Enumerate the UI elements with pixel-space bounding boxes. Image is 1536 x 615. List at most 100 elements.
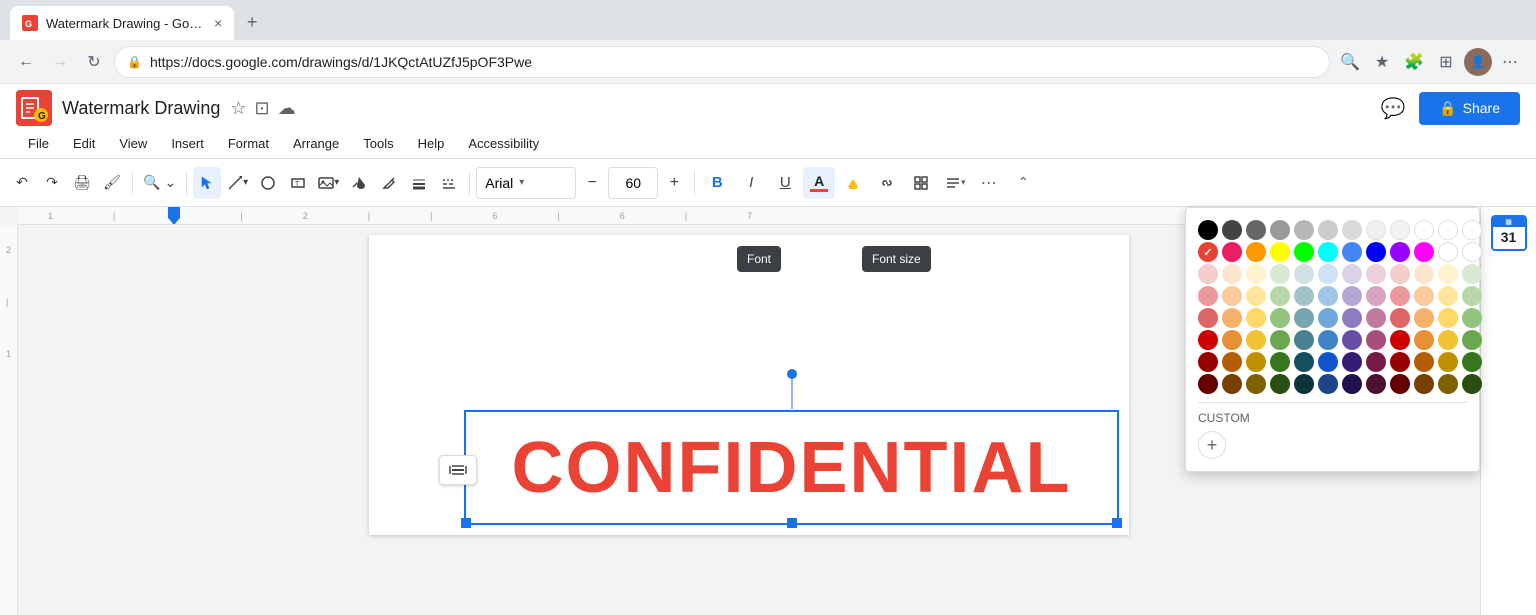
menu-insert[interactable]: Insert	[159, 132, 216, 155]
color-swatch[interactable]	[1462, 286, 1482, 306]
line-dash-tool[interactable]	[435, 167, 463, 199]
color-swatch[interactable]	[1366, 374, 1386, 394]
color-swatch[interactable]	[1462, 330, 1482, 350]
color-swatch[interactable]	[1438, 264, 1458, 284]
color-swatch[interactable]	[1342, 286, 1362, 306]
color-swatch[interactable]	[1462, 308, 1482, 328]
color-swatch[interactable]	[1390, 352, 1410, 372]
color-swatch[interactable]: ✓	[1198, 242, 1218, 262]
bold-button[interactable]: B	[701, 167, 733, 199]
menu-accessibility[interactable]: Accessibility	[456, 132, 551, 155]
color-swatch[interactable]	[1222, 352, 1242, 372]
font-size-input[interactable]: 60	[608, 167, 658, 199]
color-swatch[interactable]	[1270, 264, 1290, 284]
font-selector[interactable]: Arial ▾	[476, 167, 576, 199]
color-swatch[interactable]	[1222, 286, 1242, 306]
color-swatch[interactable]	[1414, 220, 1434, 240]
color-swatch[interactable]	[1414, 264, 1434, 284]
canvas-paper[interactable]: CONFIDENTIAL	[369, 235, 1129, 535]
color-swatch[interactable]	[1246, 352, 1266, 372]
font-size-increase[interactable]: +	[660, 167, 688, 199]
tab-groups-button[interactable]: ⊞	[1432, 48, 1460, 76]
menu-edit[interactable]: Edit	[61, 132, 107, 155]
color-swatch[interactable]	[1366, 286, 1386, 306]
paint-format-button[interactable]: 🖌	[98, 167, 126, 199]
color-swatch[interactable]	[1246, 330, 1266, 350]
drive-icon[interactable]: ⊡	[255, 98, 270, 119]
handle-bottom-center[interactable]	[787, 518, 797, 528]
favorites-button[interactable]: ★	[1368, 48, 1396, 76]
color-swatch[interactable]	[1294, 264, 1314, 284]
color-swatch[interactable]	[1294, 220, 1314, 240]
color-swatch[interactable]	[1294, 286, 1314, 306]
handle-bottom-left[interactable]	[461, 518, 471, 528]
color-swatch[interactable]	[1342, 352, 1362, 372]
share-button[interactable]: 🔒 Share	[1419, 92, 1520, 125]
color-swatch[interactable]	[1294, 374, 1314, 394]
color-swatch[interactable]	[1222, 242, 1242, 262]
color-swatch[interactable]	[1414, 330, 1434, 350]
color-swatch[interactable]	[1462, 264, 1482, 284]
calendar-widget[interactable]: ▦ 31	[1491, 215, 1527, 251]
color-swatch[interactable]	[1198, 308, 1218, 328]
menu-view[interactable]: View	[107, 132, 159, 155]
color-swatch[interactable]	[1246, 308, 1266, 328]
underline-button[interactable]: U	[769, 167, 801, 199]
address-bar[interactable]: 🔒 https://docs.google.com/drawings/d/1JK…	[114, 46, 1330, 78]
collapse-button[interactable]: ⌃	[1007, 167, 1039, 199]
color-swatch[interactable]	[1438, 374, 1458, 394]
line-tool[interactable]: ▾	[223, 167, 252, 199]
color-swatch[interactable]	[1390, 220, 1410, 240]
comment-button[interactable]: 💬	[1375, 90, 1411, 126]
profile-avatar[interactable]: 👤	[1464, 48, 1492, 76]
insert-button[interactable]	[905, 167, 937, 199]
color-swatch[interactable]	[1366, 308, 1386, 328]
menu-format[interactable]: Format	[216, 132, 281, 155]
text-box-tool[interactable]: T	[284, 167, 312, 199]
color-swatch[interactable]	[1414, 242, 1434, 262]
color-swatch[interactable]	[1318, 220, 1338, 240]
color-swatch[interactable]	[1222, 308, 1242, 328]
color-swatch[interactable]	[1270, 352, 1290, 372]
zoom-button[interactable]: 🔍	[1336, 48, 1364, 76]
color-swatch[interactable]	[1246, 286, 1266, 306]
color-swatch[interactable]	[1318, 242, 1338, 262]
fill-color-tool[interactable]	[345, 167, 373, 199]
color-swatch[interactable]	[1462, 352, 1482, 372]
back-button[interactable]: ←	[12, 48, 40, 76]
color-swatch[interactable]	[1390, 308, 1410, 328]
color-swatch[interactable]	[1294, 308, 1314, 328]
color-swatch[interactable]	[1198, 264, 1218, 284]
color-swatch[interactable]	[1414, 286, 1434, 306]
color-swatch[interactable]	[1270, 242, 1290, 262]
tab-close-button[interactable]: ×	[214, 15, 222, 31]
color-swatch[interactable]	[1366, 220, 1386, 240]
cloud-icon[interactable]: ☁	[278, 98, 296, 119]
color-swatch[interactable]	[1414, 352, 1434, 372]
color-swatch[interactable]	[1318, 330, 1338, 350]
color-swatch[interactable]	[1390, 286, 1410, 306]
extensions-button[interactable]: 🧩	[1400, 48, 1428, 76]
color-swatch[interactable]	[1198, 374, 1218, 394]
color-swatch[interactable]	[1270, 220, 1290, 240]
more-options-button[interactable]: ⋯	[973, 167, 1005, 199]
color-swatch[interactable]	[1366, 242, 1386, 262]
font-size-decrease[interactable]: −	[578, 167, 606, 199]
italic-button[interactable]: I	[735, 167, 767, 199]
color-swatch[interactable]	[1438, 220, 1458, 240]
color-swatch[interactable]	[1390, 374, 1410, 394]
color-swatch[interactable]	[1438, 308, 1458, 328]
color-swatch[interactable]	[1414, 308, 1434, 328]
color-swatch[interactable]	[1414, 374, 1434, 394]
color-swatch[interactable]	[1246, 220, 1266, 240]
color-swatch[interactable]	[1366, 330, 1386, 350]
menu-file[interactable]: File	[16, 132, 61, 155]
menu-arrange[interactable]: Arrange	[281, 132, 351, 155]
color-swatch[interactable]	[1390, 264, 1410, 284]
menu-tools[interactable]: Tools	[351, 132, 405, 155]
color-swatch[interactable]	[1342, 264, 1362, 284]
color-swatch[interactable]	[1270, 374, 1290, 394]
color-swatch[interactable]	[1342, 330, 1362, 350]
color-swatch[interactable]	[1222, 330, 1242, 350]
color-swatch[interactable]	[1366, 352, 1386, 372]
